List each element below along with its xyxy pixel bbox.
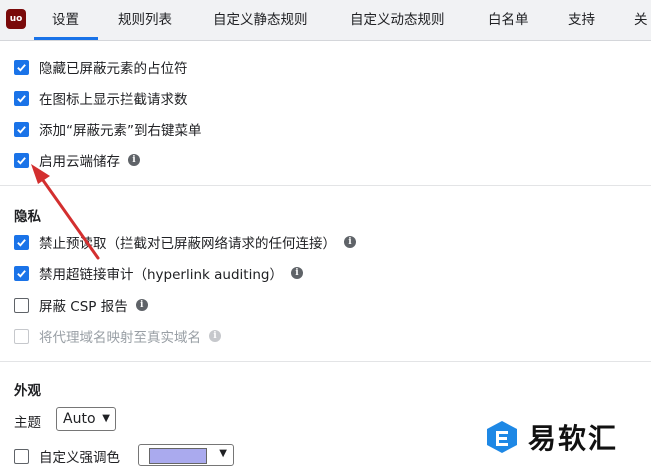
checkbox-disabled-icon: [14, 328, 29, 344]
tab-bar: uo 设置 规则列表 自定义静态规则 自定义动态规则 白名单 支持 关: [0, 0, 651, 41]
option-uncloak-cname: 将代理域名映射至真实域名 i: [14, 325, 221, 347]
checkbox-checked-icon[interactable]: [14, 234, 29, 250]
ublock-logo-icon: uo: [6, 9, 26, 29]
section-divider: [0, 185, 651, 186]
theme-label: 主题: [14, 415, 41, 431]
info-icon[interactable]: i: [128, 154, 140, 166]
checkbox-unchecked-icon[interactable]: [14, 448, 29, 464]
tab-support[interactable]: 支持: [568, 0, 595, 40]
accent-color-swatch: [149, 448, 207, 464]
tab-whitelist[interactable]: 白名单: [488, 0, 529, 40]
watermark: 易软汇: [482, 410, 651, 463]
option-label: 自定义强调色: [39, 450, 120, 466]
checkbox-checked-icon[interactable]: [14, 152, 29, 168]
tab-my-filters[interactable]: 自定义静态规则: [213, 0, 308, 40]
option-context-menu[interactable]: 添加“屏蔽元素”到右键菜单: [14, 118, 202, 140]
tab-my-rules[interactable]: 自定义动态规则: [350, 0, 445, 40]
tab-settings[interactable]: 设置: [52, 0, 79, 40]
tab-filter-lists[interactable]: 规则列表: [118, 0, 172, 40]
option-hyperlink-auditing[interactable]: 禁用超链接审计（hyperlink auditing） i: [14, 262, 303, 284]
option-label: 屏蔽 CSP 报告: [39, 299, 128, 315]
section-divider: [0, 361, 651, 362]
option-label: 启用云端储存: [39, 154, 120, 170]
theme-select[interactable]: Auto ▼: [56, 407, 116, 431]
info-icon[interactable]: i: [135, 299, 148, 311]
theme-select-value: Auto: [63, 411, 96, 427]
option-label: 隐藏已屏蔽元素的占位符: [39, 61, 188, 77]
info-icon[interactable]: i: [290, 267, 303, 279]
watermark-logo-icon: [487, 420, 517, 453]
option-label: 禁用超链接审计（hyperlink auditing）: [39, 267, 283, 283]
checkbox-checked-icon[interactable]: [14, 90, 29, 106]
info-icon[interactable]: i: [344, 236, 356, 248]
chevron-down-icon: ▼: [102, 413, 110, 424]
option-custom-accent[interactable]: 自定义强调色: [14, 445, 120, 467]
privacy-section-title: 隐私: [14, 209, 41, 225]
checkbox-checked-icon[interactable]: [14, 121, 29, 137]
option-label: 添加“屏蔽元素”到右键菜单: [39, 123, 202, 139]
checkbox-checked-icon[interactable]: [14, 265, 29, 281]
watermark-text: 易软汇: [528, 421, 619, 455]
tab-about[interactable]: 关: [634, 0, 648, 40]
option-label: 将代理域名映射至真实域名: [39, 330, 201, 346]
chevron-down-icon: ▼: [219, 448, 227, 459]
active-tab-indicator: [34, 37, 98, 40]
option-block-csp-reports[interactable]: 屏蔽 CSP 报告 i: [14, 294, 148, 316]
appearance-section-title: 外观: [14, 383, 41, 399]
option-show-icon-badge[interactable]: 在图标上显示拦截请求数: [14, 87, 188, 109]
option-label: 在图标上显示拦截请求数: [39, 92, 188, 108]
option-cloud-storage[interactable]: 启用云端储存 i: [14, 149, 140, 171]
option-label: 禁止预读取（拦截对已屏蔽网络请求的任何连接）: [39, 236, 336, 252]
option-prefetching[interactable]: 禁止预读取（拦截对已屏蔽网络请求的任何连接） i: [14, 231, 356, 253]
option-hide-placeholders[interactable]: 隐藏已屏蔽元素的占位符: [14, 56, 188, 78]
info-icon: i: [209, 330, 221, 342]
checkbox-checked-icon[interactable]: [14, 59, 29, 75]
checkbox-unchecked-icon[interactable]: [14, 297, 29, 313]
